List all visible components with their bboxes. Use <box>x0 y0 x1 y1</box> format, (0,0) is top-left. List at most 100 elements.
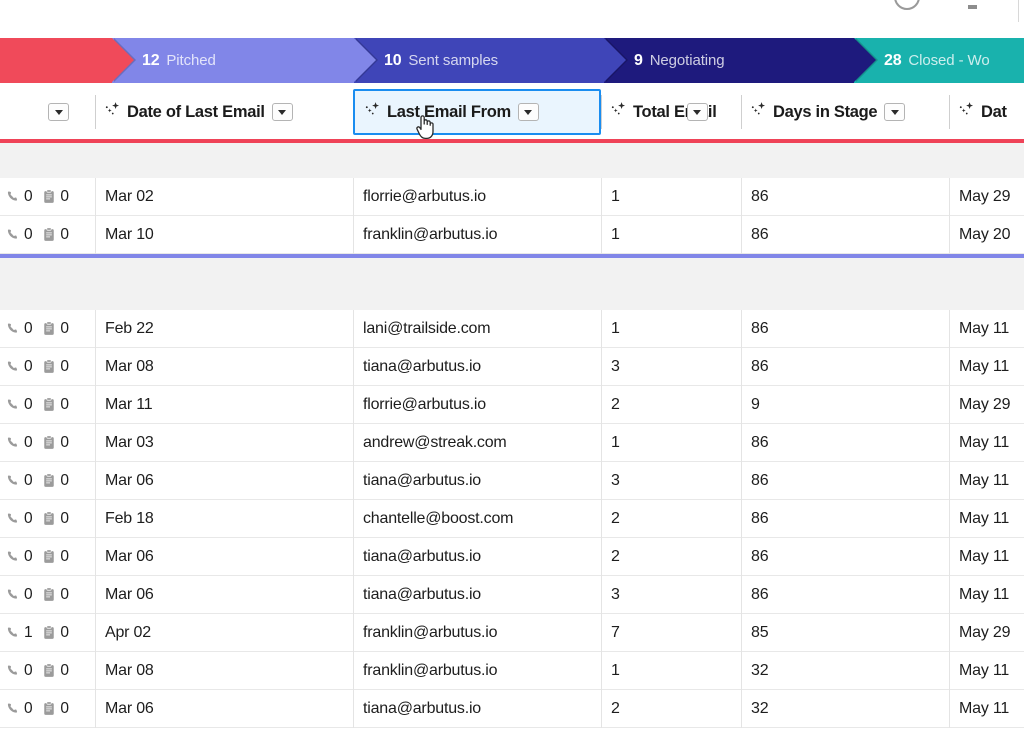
cell-total_email[interactable]: 2 <box>601 537 741 576</box>
cell-date_last_email[interactable]: Mar 06 <box>95 537 353 576</box>
cell-days_in_stage[interactable]: 86 <box>741 215 949 254</box>
table-row[interactable]: 1 0 Apr 02 franklin@arbutus.io 7 85 May 29 <box>0 613 1024 652</box>
column-header-date_created[interactable]: Dat <box>949 89 1024 135</box>
table-row[interactable]: 0 0 Mar 06 tiana@arbutus.io 3 86 May 11 <box>0 575 1024 614</box>
cell-last_email_from[interactable]: andrew@streak.com <box>353 423 601 462</box>
cell-days_in_stage[interactable]: 86 <box>741 499 949 538</box>
cell-activity[interactable]: 00 <box>0 538 95 576</box>
cell-days_in_stage[interactable]: 9 <box>741 385 949 424</box>
cell-activity[interactable]: 10 <box>0 614 95 652</box>
cell-days_in_stage[interactable]: 86 <box>741 537 949 576</box>
cell-last_email_from[interactable]: tiana@arbutus.io <box>353 689 601 728</box>
cell-date_created[interactable]: May 29 <box>949 177 1024 216</box>
cell-total_email[interactable]: 1 <box>601 177 741 216</box>
cell-days_in_stage[interactable]: 32 <box>741 689 949 728</box>
cell-activity[interactable]: 00 <box>0 178 95 216</box>
cell-activity[interactable]: 00 <box>0 348 95 386</box>
cell-activity[interactable]: 00 <box>0 576 95 614</box>
cell-date_last_email[interactable]: Feb 18 <box>95 499 353 538</box>
cell-date_created[interactable]: May 29 <box>949 613 1024 652</box>
chevron-down-icon[interactable] <box>517 103 539 121</box>
column-header-total_email[interactable]: Total Email <box>601 89 741 135</box>
cell-date_created[interactable]: May 11 <box>949 499 1024 538</box>
cell-date_created[interactable]: May 11 <box>949 423 1024 462</box>
cell-days_in_stage[interactable]: 86 <box>741 461 949 500</box>
cell-total_email[interactable]: 3 <box>601 347 741 386</box>
cell-total_email[interactable]: 7 <box>601 613 741 652</box>
cell-total_email[interactable]: 1 <box>601 215 741 254</box>
table-row[interactable]: 0 0 Mar 06 tiana@arbutus.io 2 32 May 11 <box>0 689 1024 728</box>
cell-date_created[interactable]: May 29 <box>949 385 1024 424</box>
cell-total_email[interactable]: 2 <box>601 499 741 538</box>
cell-last_email_from[interactable]: chantelle@boost.com <box>353 499 601 538</box>
cell-days_in_stage[interactable]: 86 <box>741 309 949 348</box>
cell-date_last_email[interactable]: Apr 02 <box>95 613 353 652</box>
cell-activity[interactable]: 00 <box>0 500 95 538</box>
cell-days_in_stage[interactable]: 86 <box>741 423 949 462</box>
cell-date_last_email[interactable]: Mar 06 <box>95 689 353 728</box>
cell-total_email[interactable]: 2 <box>601 689 741 728</box>
chevron-down-icon[interactable] <box>48 103 69 121</box>
column-header-date_last_email[interactable]: Date of Last Email <box>95 89 353 135</box>
cell-date_created[interactable]: May 20 <box>949 215 1024 254</box>
cell-date_last_email[interactable]: Feb 22 <box>95 309 353 348</box>
cell-date_created[interactable]: May 11 <box>949 537 1024 576</box>
cell-date_created[interactable]: May 11 <box>949 575 1024 614</box>
table-row[interactable]: 0 0 Mar 10 franklin@arbutus.io 1 86 May 20 <box>0 215 1024 254</box>
table-row[interactable]: 0 0 Mar 11 florrie@arbutus.io 2 9 May 29 <box>0 385 1024 424</box>
table-row[interactable]: 0 0 Mar 08 franklin@arbutus.io 1 32 May 11 <box>0 651 1024 690</box>
table-row[interactable]: 0 0 Feb 22 lani@trailside.com 1 86 May 11 <box>0 309 1024 348</box>
cell-date_created[interactable]: May 11 <box>949 461 1024 500</box>
table-row[interactable]: 0 0 Mar 06 tiana@arbutus.io 2 86 May 11 <box>0 537 1024 576</box>
cell-date_created[interactable]: May 11 <box>949 347 1024 386</box>
cell-activity[interactable]: 00 <box>0 690 95 728</box>
cell-total_email[interactable]: 2 <box>601 385 741 424</box>
table-row[interactable]: 0 0 Mar 03 andrew@streak.com 1 86 May 11 <box>0 423 1024 462</box>
cell-last_email_from[interactable]: florrie@arbutus.io <box>353 385 601 424</box>
cell-date_last_email[interactable]: Mar 11 <box>95 385 353 424</box>
cell-last_email_from[interactable]: franklin@arbutus.io <box>353 651 601 690</box>
column-header-last_email_from[interactable]: Last Email From <box>353 89 601 135</box>
cell-days_in_stage[interactable]: 85 <box>741 613 949 652</box>
pipeline-stage-closed-wo[interactable]: 28 Closed - Wo <box>854 38 1024 83</box>
cell-date_last_email[interactable]: Mar 08 <box>95 347 353 386</box>
cell-activity[interactable]: 00 <box>0 652 95 690</box>
minus-icon[interactable] <box>968 5 977 9</box>
cell-last_email_from[interactable]: lani@trailside.com <box>353 309 601 348</box>
chevron-down-icon[interactable] <box>686 103 708 121</box>
pipeline-stage-lead[interactable] <box>0 38 136 83</box>
cell-date_created[interactable]: May 11 <box>949 309 1024 348</box>
cell-date_created[interactable]: May 11 <box>949 651 1024 690</box>
cell-total_email[interactable]: 3 <box>601 461 741 500</box>
cell-last_email_from[interactable]: franklin@arbutus.io <box>353 215 601 254</box>
table-row[interactable]: 0 0 Mar 08 tiana@arbutus.io 3 86 May 11 <box>0 347 1024 386</box>
column-header-activity[interactable] <box>0 89 95 135</box>
cell-last_email_from[interactable]: tiana@arbutus.io <box>353 461 601 500</box>
table-row[interactable]: 0 0 Feb 18 chantelle@boost.com 2 86 May 11 <box>0 499 1024 538</box>
column-header-days_in_stage[interactable]: Days in Stage <box>741 89 949 135</box>
cell-days_in_stage[interactable]: 86 <box>741 575 949 614</box>
cell-days_in_stage[interactable]: 32 <box>741 651 949 690</box>
cell-date_last_email[interactable]: Mar 03 <box>95 423 353 462</box>
cell-date_last_email[interactable]: Mar 06 <box>95 461 353 500</box>
cell-date_last_email[interactable]: Mar 02 <box>95 177 353 216</box>
cell-last_email_from[interactable]: tiana@arbutus.io <box>353 347 601 386</box>
table-row[interactable]: 0 0 Mar 06 tiana@arbutus.io 3 86 May 11 <box>0 461 1024 500</box>
cell-total_email[interactable]: 1 <box>601 309 741 348</box>
pipeline-stage-negotiating[interactable]: 9 Negotiating <box>604 38 878 83</box>
cell-days_in_stage[interactable]: 86 <box>741 177 949 216</box>
cell-last_email_from[interactable]: tiana@arbutus.io <box>353 537 601 576</box>
cell-last_email_from[interactable]: franklin@arbutus.io <box>353 613 601 652</box>
cell-last_email_from[interactable]: florrie@arbutus.io <box>353 177 601 216</box>
chevron-down-icon[interactable] <box>271 103 293 121</box>
cell-total_email[interactable]: 3 <box>601 575 741 614</box>
clock-circle-icon[interactable] <box>894 0 920 10</box>
pipeline-stage-sent-samples[interactable]: 10 Sent samples <box>354 38 628 83</box>
cell-date_last_email[interactable]: Mar 08 <box>95 651 353 690</box>
cell-total_email[interactable]: 1 <box>601 651 741 690</box>
cell-last_email_from[interactable]: tiana@arbutus.io <box>353 575 601 614</box>
cell-date_last_email[interactable]: Mar 06 <box>95 575 353 614</box>
cell-activity[interactable]: 00 <box>0 386 95 424</box>
cell-activity[interactable]: 00 <box>0 462 95 500</box>
cell-total_email[interactable]: 1 <box>601 423 741 462</box>
